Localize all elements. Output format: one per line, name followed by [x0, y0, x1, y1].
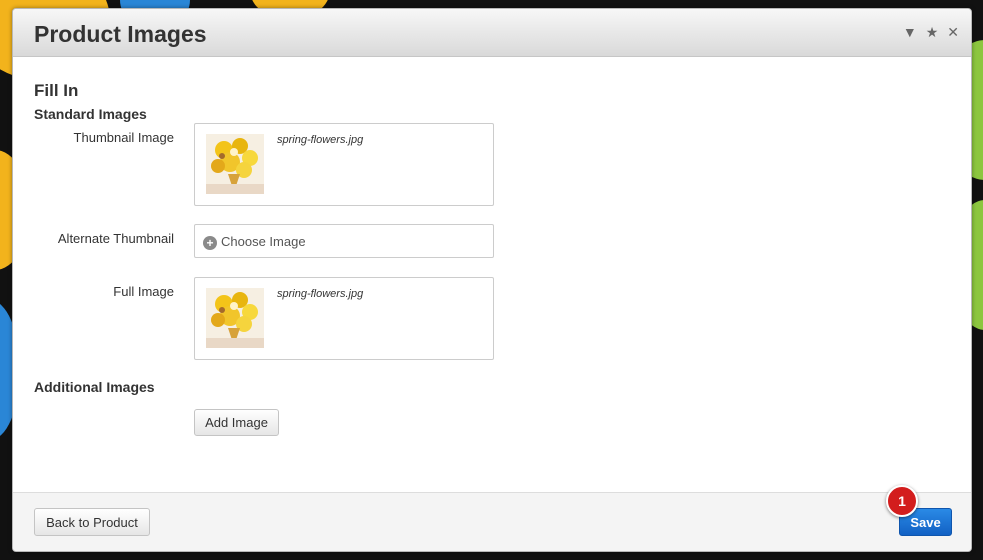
thumbnail-file-name: spring-flowers.jpg	[277, 134, 364, 146]
standard-images-title: Standard Images	[34, 106, 147, 122]
product-images-dialog: Product Images ▼ ★ ✕ Fill In Standard Im…	[12, 8, 972, 552]
thumbnail-image-box[interactable]: spring-flowers.jpg	[194, 123, 494, 206]
close-icon[interactable]: ✕	[947, 24, 959, 40]
choose-image-label: Choose Image	[221, 234, 306, 249]
full-image-preview	[206, 288, 264, 348]
add-image-button[interactable]: Add Image	[194, 409, 279, 436]
dialog-header: Product Images ▼ ★ ✕	[13, 9, 971, 57]
thumbnail-label: Thumbnail Image	[73, 130, 174, 145]
full-image-file-name: spring-flowers.jpg	[277, 288, 364, 300]
header-icons: ▼ ★ ✕	[903, 24, 959, 40]
plus-circle-icon: +	[203, 236, 217, 250]
full-image-label: Full Image	[113, 284, 174, 299]
back-to-product-button[interactable]: Back to Product	[34, 508, 150, 536]
alternate-thumbnail-label: Alternate Thumbnail	[57, 231, 174, 246]
step-badge: 1	[886, 485, 918, 517]
choose-image-button[interactable]: + Choose Image	[194, 224, 494, 258]
dialog-title: Product Images	[34, 21, 207, 47]
additional-images-title: Additional Images	[34, 379, 155, 395]
section-title: Fill In	[34, 81, 79, 100]
star-icon[interactable]: ★	[926, 24, 939, 40]
full-image-box[interactable]: spring-flowers.jpg	[194, 277, 494, 360]
chevron-down-icon[interactable]: ▼	[903, 24, 917, 40]
thumbnail-preview	[206, 134, 264, 194]
dialog-footer: Back to Product Save 1	[13, 485, 971, 551]
